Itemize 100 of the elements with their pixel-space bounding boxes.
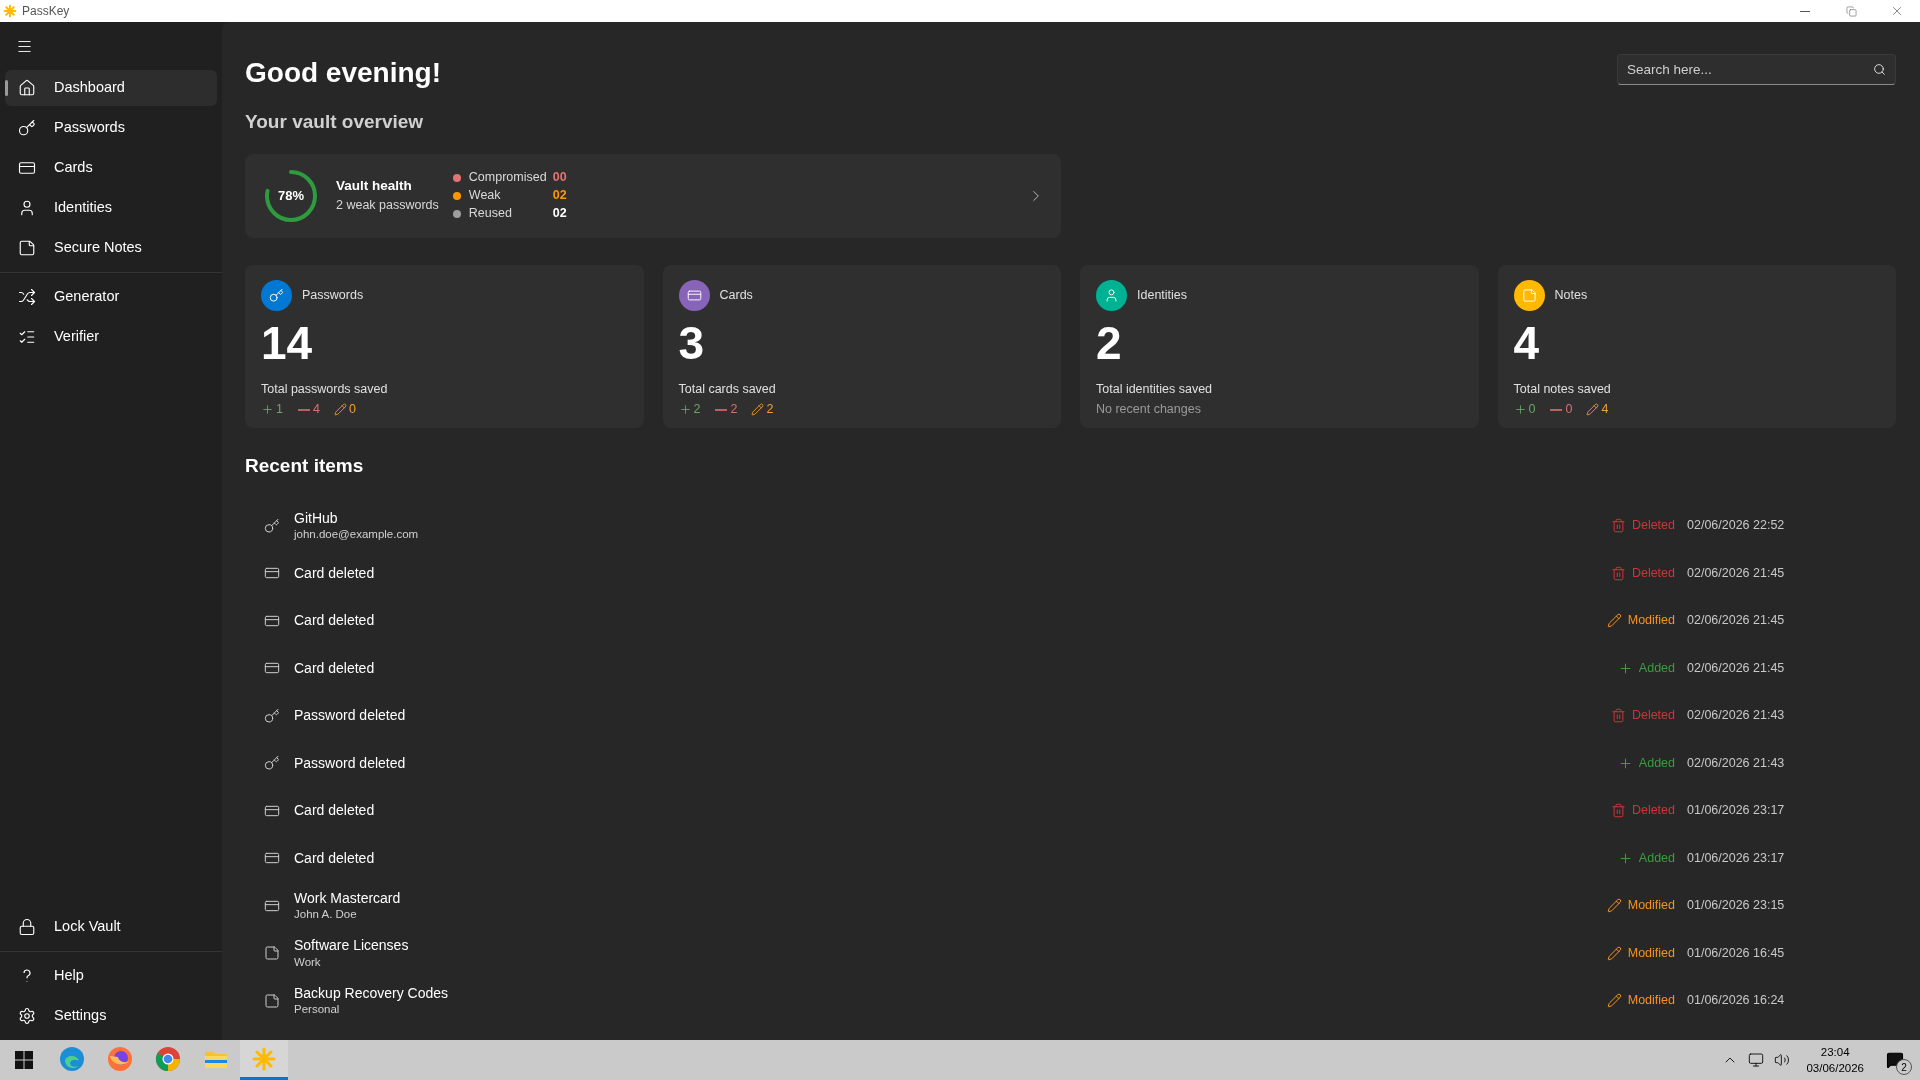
recent-item[interactable]: Card deleted Modified 02/06/2026 21:45 (245, 597, 1896, 645)
asterisk-logo-icon (3, 4, 17, 18)
stat-card[interactable]: Identities 2 Total identities saved No recent changes (1080, 264, 1479, 428)
section-heading: Your vault overview (245, 110, 425, 134)
item-title: Card deleted (294, 612, 375, 630)
recent-item[interactable]: Software Licenses Work Modified 01/06/2026 16:45 (245, 929, 1896, 977)
recent-item[interactable]: Backup Recovery Codes Personal Modified 01/06/2026 16:24 (245, 977, 1896, 1025)
recent-item[interactable]: Card deleted Deleted 01/06/2026 23:17 (245, 787, 1896, 835)
asterisk-logo-icon (251, 1045, 277, 1072)
nav-item[interactable]: Passwords (5, 110, 217, 146)
search-icon[interactable] (1873, 63, 1886, 76)
restore-icon (1845, 5, 1857, 17)
minus-icon (1550, 408, 1563, 411)
stat-title: Passwords (302, 286, 364, 304)
recent-item[interactable]: Card deleted Added 02/06/2026 21:45 (245, 644, 1896, 692)
recent-item[interactable]: Work Mastercard John A. Doe Modified 01/06/2026 23:15 (245, 882, 1896, 930)
stat-caption: Total cards saved (678, 380, 777, 398)
card-icon (18, 159, 36, 177)
recent-item[interactable]: Password deleted Added 02/06/2026 21:43 (245, 739, 1896, 787)
trash-icon (1610, 565, 1626, 581)
status-label: Added (1617, 658, 1675, 678)
recent-item[interactable]: Card deleted Added 01/06/2026 23:17 (245, 834, 1896, 882)
recent-item[interactable]: Password deleted Deleted 02/06/2026 21:43 (245, 692, 1896, 740)
note-icon (18, 239, 36, 257)
nav-label: Dashboard (54, 78, 125, 98)
item-title: Card deleted (294, 659, 375, 677)
recent-item[interactable]: GitHub john.doe@example.com Deleted 02/06/2026 22:52 (245, 502, 1896, 550)
item-title: Card deleted (294, 802, 375, 820)
nav-item[interactable]: Cards (5, 150, 217, 186)
trash-icon (1610, 518, 1626, 534)
change-count: 1 (261, 400, 283, 419)
legend-label: Reused (468, 205, 513, 223)
recent-item[interactable]: Card deleted Deleted 02/06/2026 21:45 (245, 549, 1896, 597)
plus-icon (1617, 755, 1633, 771)
stat-card[interactable]: Passwords 14 Total passwords saved 1 4 0 (245, 264, 644, 428)
status-label: Modified (1606, 896, 1675, 916)
plus-icon (261, 403, 274, 417)
pencil-icon (1606, 945, 1622, 961)
plus-icon (678, 403, 692, 417)
card-subtitle: 2 weak passwords (336, 197, 439, 215)
pencil-icon (751, 403, 765, 417)
stat-note: No recent changes (1096, 401, 1202, 419)
item-title: Software Licenses (294, 937, 409, 955)
change-count: 0 (333, 400, 356, 419)
clock-time: 23:04 (1820, 1045, 1850, 1060)
stat-card[interactable]: Cards 3 Total cards saved 2 2 2 (662, 264, 1061, 428)
nav-item[interactable]: Generator (5, 279, 217, 315)
nav-label: Secure Notes (54, 238, 142, 258)
home-icon (18, 79, 36, 97)
item-subtitle: Work (294, 954, 322, 970)
plus-icon (1513, 403, 1527, 417)
nav-item[interactable]: Settings (5, 998, 217, 1034)
browser-icon (155, 1045, 181, 1072)
change-count: 2 (751, 400, 774, 419)
nav-label: Generator (54, 287, 120, 307)
minus-icon (297, 408, 310, 411)
note-icon (264, 992, 280, 1009)
status-label: Modified (1606, 991, 1675, 1011)
stat-title: Notes (1554, 286, 1588, 304)
item-time: 02/06/2026 21:45 (1687, 564, 1783, 582)
search-field[interactable]: Search here... (1617, 54, 1896, 85)
checklist-icon (18, 328, 36, 346)
stat-count: 2 (1096, 319, 1123, 366)
vault-health-card[interactable]: 78% Vault health 2 weak passwords Compromised 00 Weak 02 Reused 02 (245, 153, 1061, 238)
stat-caption: Total identities saved (1096, 380, 1214, 398)
nav-item[interactable]: Verifier (5, 319, 217, 355)
nav-item[interactable]: Dashboard (5, 70, 217, 106)
status-label: Deleted (1610, 563, 1675, 583)
status-label: Added (1617, 848, 1675, 868)
change-count: 4 (1586, 400, 1609, 419)
pencil-icon (1606, 613, 1622, 629)
volume-icon[interactable] (1774, 1052, 1791, 1068)
nav-label: Passwords (54, 118, 125, 138)
nav-item[interactable]: Help (5, 958, 217, 994)
nav-item[interactable]: Lock Vault (5, 909, 217, 945)
nav-item[interactable]: Identities (5, 190, 217, 226)
item-time: 02/06/2026 21:43 (1687, 754, 1783, 772)
card-title: Vault health (336, 177, 413, 195)
minus-icon (715, 408, 728, 411)
pencil-icon (1606, 898, 1622, 914)
note-icon (264, 945, 280, 962)
network-icon[interactable] (1748, 1052, 1765, 1068)
plus-icon (1617, 660, 1633, 676)
person-icon (1104, 287, 1119, 303)
item-title: Backup Recovery Codes (294, 984, 449, 1003)
status-label: Deleted (1610, 706, 1675, 726)
taskbar-app[interactable] (240, 1040, 288, 1080)
item-time: 01/06/2026 23:17 (1687, 849, 1783, 867)
item-subtitle: john.doe@example.com (294, 527, 419, 542)
windows-icon (15, 1051, 33, 1069)
pencil-icon (333, 403, 347, 417)
trash-icon (1610, 803, 1626, 819)
selection-indicator (5, 80, 8, 96)
item-subtitle: John A. Doe (294, 907, 358, 922)
nav-item[interactable]: Secure Notes (5, 230, 217, 266)
legend-value: 00 (552, 169, 567, 187)
status-label: Deleted (1610, 801, 1675, 821)
stat-card[interactable]: Notes 4 Total notes saved 0 0 4 (1497, 264, 1896, 428)
item-time: 01/06/2026 23:17 (1687, 802, 1783, 820)
item-title: Card deleted (294, 849, 375, 867)
